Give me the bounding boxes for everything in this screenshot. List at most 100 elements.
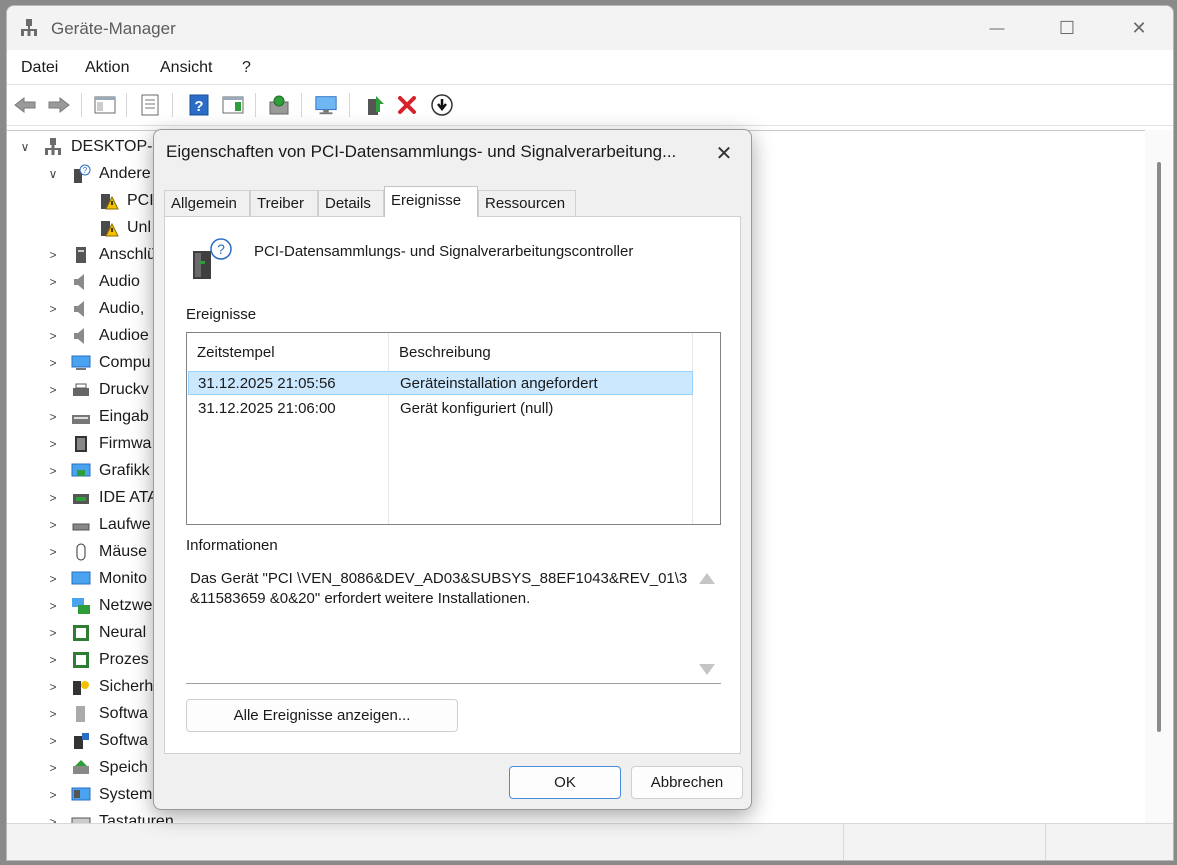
show-hide-console-tree-button[interactable] (93, 94, 117, 116)
tree-category[interactable]: > System (45, 781, 152, 808)
tree-category[interactable]: > Grafikk (45, 457, 149, 484)
minimize-button[interactable]: — (963, 6, 1031, 50)
tree-category[interactable]: > Softwa (45, 700, 148, 727)
tab-allgemein[interactable]: Allgemein (164, 190, 250, 216)
chevron-right-icon[interactable]: > (45, 733, 61, 749)
device-category-icon (76, 543, 86, 560)
ok-button[interactable]: OK (509, 766, 621, 799)
tree-category[interactable]: > Anschlü (45, 241, 156, 268)
chevron-right-icon[interactable]: > (45, 679, 61, 695)
tree-category[interactable]: > Neural (45, 619, 146, 646)
tree-category[interactable]: > Speich (45, 754, 147, 781)
chevron-right-icon[interactable]: > (45, 301, 61, 317)
tree-category[interactable]: > Tastaturen (45, 808, 174, 824)
tree-category[interactable]: > Compu (45, 349, 150, 376)
tree-category-label: Audio (99, 272, 140, 290)
chevron-right-icon[interactable]: > (45, 625, 61, 641)
tree-category-label: Monito (99, 569, 148, 587)
menu-datei[interactable]: Datei (21, 59, 58, 77)
properties-button[interactable] (138, 94, 162, 116)
back-button[interactable] (13, 94, 37, 116)
chevron-right-icon[interactable]: > (45, 760, 61, 776)
scroll-up-icon[interactable] (699, 573, 715, 584)
uninstall-button[interactable] (395, 94, 419, 116)
scroll-down-icon[interactable] (699, 664, 715, 675)
disable-device-button[interactable] (430, 94, 454, 116)
tab-ressourcen[interactable]: Ressourcen (478, 190, 576, 216)
chevron-down-icon[interactable]: ∨ (17, 139, 33, 155)
device-category-icon (71, 787, 91, 800)
maximize-button[interactable]: ☐ (1033, 6, 1101, 50)
chevron-right-icon[interactable]: > (45, 490, 61, 506)
menu-help[interactable]: ? (242, 59, 251, 77)
vertical-scrollbar[interactable] (1145, 130, 1173, 824)
tree-category[interactable]: > Audioe (45, 322, 149, 349)
chevron-right-icon[interactable]: > (45, 247, 61, 263)
chevron-right-icon[interactable]: > (45, 355, 61, 371)
tree-category[interactable]: > Druckv (45, 376, 148, 403)
chevron-right-icon[interactable]: > (45, 517, 61, 533)
cancel-button[interactable]: Abbrechen (631, 766, 743, 799)
tree-category[interactable]: > Netzwe (45, 592, 152, 619)
scrollbar-thumb[interactable] (1157, 162, 1161, 732)
chevron-right-icon[interactable]: > (45, 382, 61, 398)
tree-category[interactable]: > Firmwa (45, 430, 151, 457)
update-driver-button[interactable] (363, 94, 387, 116)
tree-root-label: DESKTOP- (71, 137, 153, 155)
table-row[interactable]: 31.12.2025 21:06:00 Gerät konfiguriert (… (188, 397, 693, 421)
column-header-description[interactable]: Beschreibung (399, 344, 491, 361)
tree-category[interactable]: > Mäuse (45, 538, 147, 565)
tree-category[interactable]: > Monito (45, 565, 147, 592)
show-all-events-button[interactable]: Alle Ereignisse anzeigen... (186, 699, 458, 732)
tree-category[interactable]: > Audio, (45, 295, 144, 322)
table-row[interactable]: 31.12.2025 21:05:56 Geräteinstallation a… (188, 371, 693, 395)
monitor-button[interactable] (314, 94, 338, 116)
chevron-right-icon[interactable]: > (45, 571, 61, 587)
tree-category[interactable]: > IDE ATA (45, 484, 158, 511)
tab-details[interactable]: Details (318, 190, 384, 216)
chevron-right-icon[interactable]: > (45, 274, 61, 290)
tree-category[interactable]: > Prozes (45, 646, 149, 673)
chevron-down-icon[interactable]: ∨ (45, 166, 61, 182)
chevron-right-icon[interactable]: > (45, 328, 61, 344)
tree-category[interactable]: > Sicherh (45, 673, 153, 700)
help-button[interactable]: ? (187, 94, 211, 116)
tree-category[interactable]: > Softwa (45, 727, 148, 754)
chevron-right-icon[interactable]: > (45, 652, 61, 668)
tab-treiber[interactable]: Treiber (250, 190, 318, 216)
scan-hardware-button[interactable] (267, 94, 291, 116)
properties-dialog: Eigenschaften von PCI-Datensammlungs- un… (153, 129, 752, 810)
chevron-right-icon[interactable]: > (45, 409, 61, 425)
events-table[interactable]: Zeitstempel Beschreibung 31.12.2025 21:0… (186, 332, 721, 525)
svg-text:?: ? (217, 241, 225, 257)
chevron-right-icon[interactable]: > (45, 787, 61, 803)
chevron-right-icon[interactable]: > (45, 436, 61, 452)
tree-item-pci[interactable]: PCI (89, 187, 154, 214)
tree-category-label: IDE ATA (99, 488, 158, 506)
svg-text:?: ? (83, 166, 88, 175)
device-category-icon (71, 463, 91, 476)
properties-icon (141, 94, 159, 116)
tree-category[interactable]: > Eingab (45, 403, 148, 430)
menu-aktion[interactable]: Aktion (85, 59, 129, 77)
tree-group-other[interactable]: ∨ ? Andere (45, 160, 151, 187)
close-window-button[interactable]: ✕ (1105, 6, 1173, 50)
column-header-timestamp[interactable]: Zeitstempel (197, 344, 275, 361)
chevron-right-icon[interactable]: > (45, 463, 61, 479)
tree-category[interactable]: > Laufwe (45, 511, 150, 538)
tab-ereignisse[interactable]: Ereignisse (384, 186, 478, 217)
chevron-right-icon[interactable]: > (45, 706, 61, 722)
chevron-right-icon[interactable]: > (45, 544, 61, 560)
action-pane-button[interactable] (221, 94, 245, 116)
unknown-device-icon: ? (74, 164, 91, 183)
warning-device-icon (101, 193, 119, 209)
dialog-close-button[interactable]: ✕ (707, 138, 741, 168)
tree-root[interactable]: ∨ DESKTOP- (17, 133, 153, 160)
title-bar[interactable]: Geräte-Manager — ☐ ✕ (7, 6, 1173, 50)
tree-category[interactable]: > Audio (45, 268, 140, 295)
tree-item-unknown[interactable]: Unl (89, 214, 151, 241)
information-textbox[interactable]: Das Gerät "PCI \VEN_8086&DEV_AD03&SUBSYS… (186, 563, 721, 684)
forward-button[interactable] (47, 94, 71, 116)
chevron-right-icon[interactable]: > (45, 598, 61, 614)
menu-ansicht[interactable]: Ansicht (160, 59, 212, 77)
